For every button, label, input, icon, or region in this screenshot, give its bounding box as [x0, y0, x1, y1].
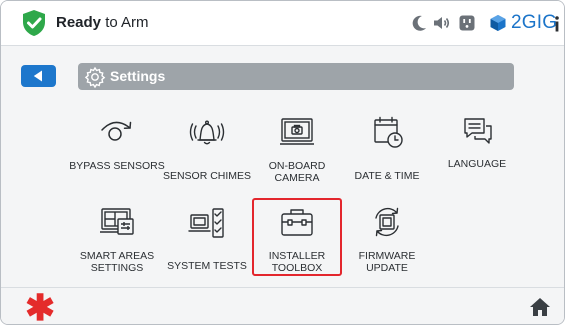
page-header: Settings	[78, 63, 514, 90]
speech-bubbles-icon	[464, 118, 492, 144]
brand-cube-icon	[490, 15, 506, 31]
footer-bar: ✱	[1, 287, 564, 325]
bell-icon	[189, 120, 225, 145]
checklist-icon	[188, 208, 224, 238]
page-title: Settings	[110, 68, 166, 84]
tile-language[interactable]: LANGUAGE	[429, 114, 525, 194]
brand-name: 2GIG	[511, 12, 558, 33]
toolbox-icon	[281, 209, 313, 236]
back-button[interactable]	[21, 65, 56, 87]
tile-label: INSTALLER TOOLBOX	[268, 250, 326, 274]
moon-icon[interactable]	[409, 13, 429, 33]
tile-date-time[interactable]: DATE & TIME	[339, 114, 435, 194]
calendar-clock-icon	[374, 116, 403, 148]
tile-label: SMART AREAS SETTINGS	[79, 250, 155, 274]
volume-icon[interactable]	[431, 13, 451, 33]
home-icon[interactable]	[529, 297, 551, 317]
tile-label: BYPASS SENSORS	[69, 160, 165, 172]
status-bar: Ready to Arm 2GIG	[1, 1, 564, 46]
app-window: Ready to Arm 2GIG Settings BYPASS SENSOR…	[0, 0, 565, 325]
smart-areas-icon	[100, 208, 134, 235]
settings-panel: Settings BYPASS SENSORS SENSOR CHIMES ON…	[1, 46, 564, 287]
tile-label: SYSTEM TESTS	[167, 260, 247, 272]
bypass-sensors-icon	[101, 121, 132, 141]
tile-sensor-chimes[interactable]: SENSOR CHIMES	[159, 114, 255, 194]
tile-onboard-camera[interactable]: ON-BOARD CAMERA	[249, 114, 345, 194]
tile-label: SENSOR CHIMES	[162, 170, 252, 182]
brand-logo: 2GIG	[489, 10, 557, 36]
tile-label: LANGUAGE	[447, 158, 507, 170]
gear-icon	[84, 66, 106, 88]
camera-icon	[280, 118, 314, 145]
status-ready-suffix: to Arm	[101, 14, 149, 31]
power-outlet-icon[interactable]	[457, 13, 477, 33]
shield-check-icon	[23, 10, 45, 36]
tile-label: FIRMWARE UPDATE	[358, 250, 416, 274]
tile-bypass-sensors[interactable]: BYPASS SENSORS	[69, 114, 165, 194]
emergency-asterisk-icon[interactable]: ✱	[25, 288, 55, 325]
tile-label: ON-BOARD CAMERA	[268, 160, 326, 184]
arm-status-text[interactable]: Ready to Arm	[56, 14, 149, 31]
tile-label: DATE & TIME	[354, 170, 420, 182]
back-arrow-icon	[33, 70, 42, 82]
firmware-update-icon	[375, 207, 399, 237]
status-ready-label: Ready	[56, 14, 102, 31]
tile-system-tests[interactable]: SYSTEM TESTS	[159, 204, 255, 284]
tile-firmware-update[interactable]: FIRMWARE UPDATE	[339, 204, 435, 284]
tile-smart-areas-settings[interactable]: SMART AREAS SETTINGS	[69, 204, 165, 284]
info-icon[interactable]	[553, 15, 561, 33]
tile-installer-toolbox[interactable]: INSTALLER TOOLBOX	[249, 198, 345, 284]
